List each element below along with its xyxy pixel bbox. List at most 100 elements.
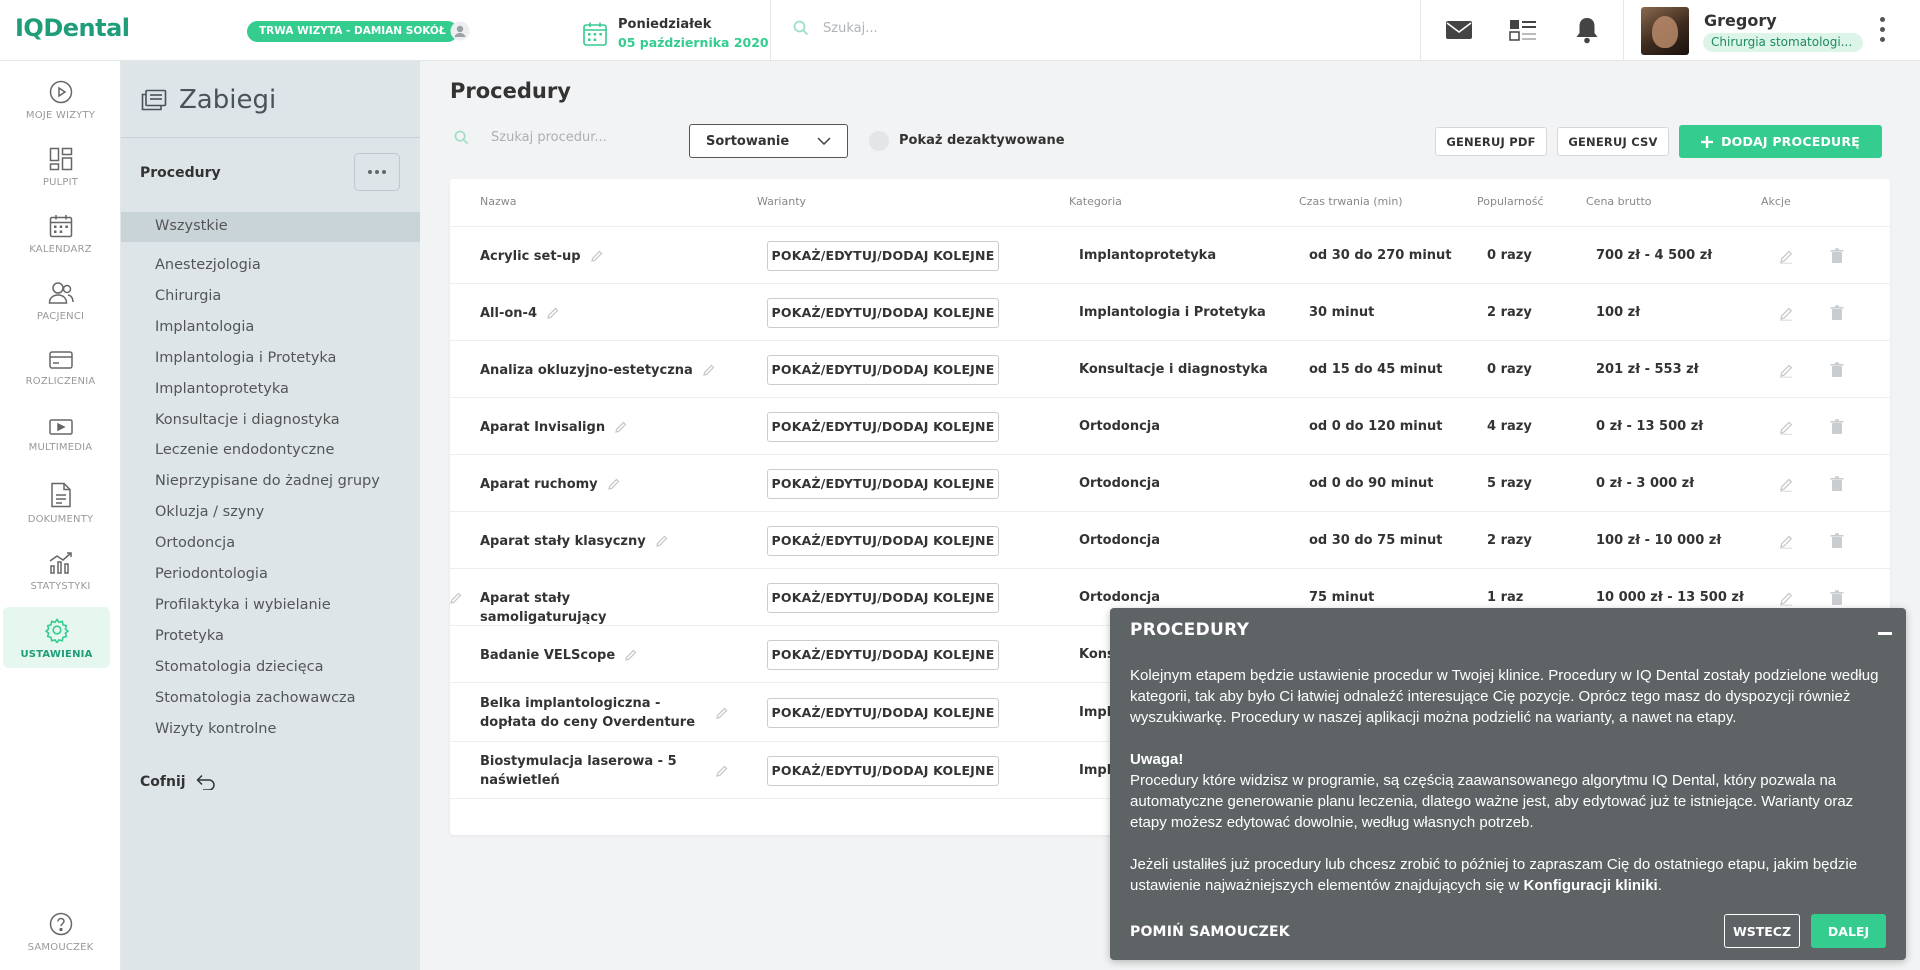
- variants-button[interactable]: POKAŻ/EDYTUJ/DODAJ KOLEJNE: [767, 755, 999, 786]
- trash-icon[interactable]: [1830, 475, 1844, 492]
- edit-name-icon[interactable]: [625, 649, 637, 661]
- variants-button[interactable]: POKAŻ/EDYTUJ/DODAJ KOLEJNE: [767, 297, 999, 328]
- column-header[interactable]: Cena brutto: [1586, 195, 1652, 208]
- category-item[interactable]: Implantoprotetyka: [155, 381, 289, 397]
- edit-name-icon[interactable]: [450, 592, 462, 604]
- edit-icon[interactable]: [1779, 476, 1793, 492]
- category-item[interactable]: Implantologia: [155, 319, 254, 335]
- tutorial-back-button[interactable]: WSTECZ: [1724, 914, 1800, 948]
- trash-icon[interactable]: [1830, 361, 1844, 378]
- clinic-config-link[interactable]: Konfiguracji kliniki: [1524, 877, 1658, 894]
- user-role-badge[interactable]: Chirurgia stomatologi...: [1703, 33, 1863, 52]
- nav-item-pulpit[interactable]: PULPIT: [0, 147, 121, 188]
- procedure-name[interactable]: Aparat stały samoligaturujący: [480, 589, 700, 627]
- edit-name-icon[interactable]: [608, 478, 620, 490]
- more-menu-icon[interactable]: [1878, 17, 1886, 42]
- column-header[interactable]: Nazwa: [480, 195, 516, 208]
- current-visit-badge[interactable]: TRWA WIZYTA - DAMIAN SOKÓŁ: [247, 21, 458, 42]
- procedure-name[interactable]: Belka implantologiczna - dopłata do ceny…: [480, 694, 700, 732]
- nav-item-statystyki[interactable]: STATYSTYKI: [0, 551, 121, 592]
- trash-icon[interactable]: [1830, 304, 1844, 321]
- show-deactivated-toggle[interactable]: [869, 131, 889, 151]
- procedure-name[interactable]: Acrylic set-up: [480, 247, 700, 266]
- variants-button[interactable]: POKAŻ/EDYTUJ/DODAJ KOLEJNE: [767, 354, 999, 385]
- variants-button[interactable]: POKAŻ/EDYTUJ/DODAJ KOLEJNE: [767, 468, 999, 499]
- edit-icon[interactable]: [1779, 419, 1793, 435]
- app-logo[interactable]: IQDental: [15, 14, 130, 42]
- category-item[interactable]: Okluzja / szyny: [155, 504, 264, 520]
- nav-item-pacjenci[interactable]: PACJENCI: [0, 281, 121, 322]
- mail-icon[interactable]: [1445, 18, 1473, 42]
- edit-name-icon[interactable]: [656, 535, 668, 547]
- section-more-button[interactable]: [354, 153, 400, 191]
- user-icon[interactable]: [450, 21, 470, 41]
- list-icon[interactable]: [1509, 18, 1537, 42]
- edit-name-icon[interactable]: [547, 307, 559, 319]
- current-date[interactable]: Poniedziałek 05 października 2020: [582, 17, 769, 50]
- variants-button[interactable]: POKAŻ/EDYTUJ/DODAJ KOLEJNE: [767, 411, 999, 442]
- trash-icon[interactable]: [1830, 589, 1844, 606]
- procedure-name[interactable]: Aparat Invisalign: [480, 418, 700, 437]
- avatar[interactable]: [1641, 7, 1689, 55]
- edit-icon[interactable]: [1779, 362, 1793, 378]
- add-procedure-button[interactable]: DODAJ PROCEDURĘ: [1679, 125, 1882, 158]
- edit-name-icon[interactable]: [591, 250, 603, 262]
- variants-button[interactable]: POKAŻ/EDYTUJ/DODAJ KOLEJNE: [767, 582, 999, 613]
- trash-icon[interactable]: [1830, 418, 1844, 435]
- generate-pdf-button[interactable]: GENERUJ PDF: [1435, 127, 1547, 156]
- variants-button[interactable]: POKAŻ/EDYTUJ/DODAJ KOLEJNE: [767, 697, 999, 728]
- category-item[interactable]: Profilaktyka i wybielanie: [155, 597, 331, 613]
- column-header[interactable]: Czas trwania (min): [1299, 195, 1403, 208]
- category-item[interactable]: Anestezjologia: [155, 257, 261, 273]
- category-item[interactable]: Chirurgia: [155, 288, 221, 304]
- nav-item-rozliczenia[interactable]: ROZLICZENIA: [0, 350, 121, 387]
- minimize-icon[interactable]: [1878, 632, 1892, 635]
- edit-icon[interactable]: [1779, 590, 1793, 606]
- category-item[interactable]: Leczenie endodontyczne: [155, 442, 334, 458]
- category-item[interactable]: Periodontologia: [155, 566, 268, 582]
- back-button[interactable]: Cofnij: [140, 774, 216, 790]
- edit-icon[interactable]: [1779, 305, 1793, 321]
- procedure-name[interactable]: All-on-4: [480, 304, 700, 323]
- edit-name-icon[interactable]: [615, 421, 627, 433]
- nav-item-multimedia[interactable]: MULTIMEDIA: [0, 418, 121, 453]
- category-item[interactable]: Ortodoncja: [155, 535, 235, 551]
- variants-button[interactable]: POKAŻ/EDYTUJ/DODAJ KOLEJNE: [767, 525, 999, 556]
- edit-icon[interactable]: [1779, 248, 1793, 264]
- edit-icon[interactable]: [1779, 533, 1793, 549]
- nav-item-samouczek[interactable]: SAMOUCZEK: [0, 912, 121, 953]
- procedure-name[interactable]: Analiza okluzyjno-estetyczna: [480, 361, 700, 380]
- nav-item-ustawienia[interactable]: USTAWIENIA: [3, 607, 110, 668]
- generate-csv-button[interactable]: GENERUJ CSV: [1557, 127, 1669, 156]
- procedure-name[interactable]: Biostymulacja laserowa - 5 naświetleń: [480, 752, 700, 790]
- sort-select[interactable]: Sortowanie: [689, 124, 848, 158]
- category-item[interactable]: Protetyka: [155, 628, 224, 644]
- nav-item-kalendarz[interactable]: KALENDARZ: [0, 214, 121, 255]
- column-header[interactable]: Popularność: [1477, 195, 1544, 208]
- nav-item-moje-wizyty[interactable]: MOJE WIZYTY: [0, 80, 121, 121]
- nav-item-dokumenty[interactable]: DOKUMENTY: [0, 482, 121, 525]
- user-name[interactable]: Gregory: [1704, 11, 1777, 30]
- trash-icon[interactable]: [1830, 247, 1844, 264]
- tutorial-next-button[interactable]: DALEJ: [1811, 914, 1886, 948]
- procedure-search-input[interactable]: [491, 130, 661, 145]
- procedure-name[interactable]: Aparat ruchomy: [480, 475, 700, 494]
- category-item[interactable]: Wszystkie: [155, 218, 228, 234]
- variants-button[interactable]: POKAŻ/EDYTUJ/DODAJ KOLEJNE: [767, 639, 999, 670]
- category-item[interactable]: Nieprzypisane do żadnej grupy: [155, 473, 380, 489]
- category-item[interactable]: Stomatologia zachowawcza: [155, 690, 356, 706]
- category-item[interactable]: Implantologia i Protetyka: [155, 350, 336, 366]
- skip-tutorial-button[interactable]: POMIŃ SAMOUCZEK: [1130, 924, 1290, 940]
- category-item[interactable]: Wizyty kontrolne: [155, 721, 276, 737]
- global-search-input[interactable]: [823, 20, 1223, 36]
- column-header[interactable]: Kategoria: [1069, 195, 1122, 208]
- variants-button[interactable]: POKAŻ/EDYTUJ/DODAJ KOLEJNE: [767, 240, 999, 271]
- category-item[interactable]: Stomatologia dziecięca: [155, 659, 324, 675]
- procedure-name[interactable]: Badanie VELScope: [480, 646, 700, 665]
- category-item[interactable]: Konsultacje i diagnostyka: [155, 412, 340, 428]
- trash-icon[interactable]: [1830, 532, 1844, 549]
- edit-name-icon[interactable]: [716, 765, 728, 777]
- bell-icon[interactable]: [1575, 16, 1599, 44]
- edit-name-icon[interactable]: [703, 364, 715, 376]
- edit-name-icon[interactable]: [716, 707, 728, 719]
